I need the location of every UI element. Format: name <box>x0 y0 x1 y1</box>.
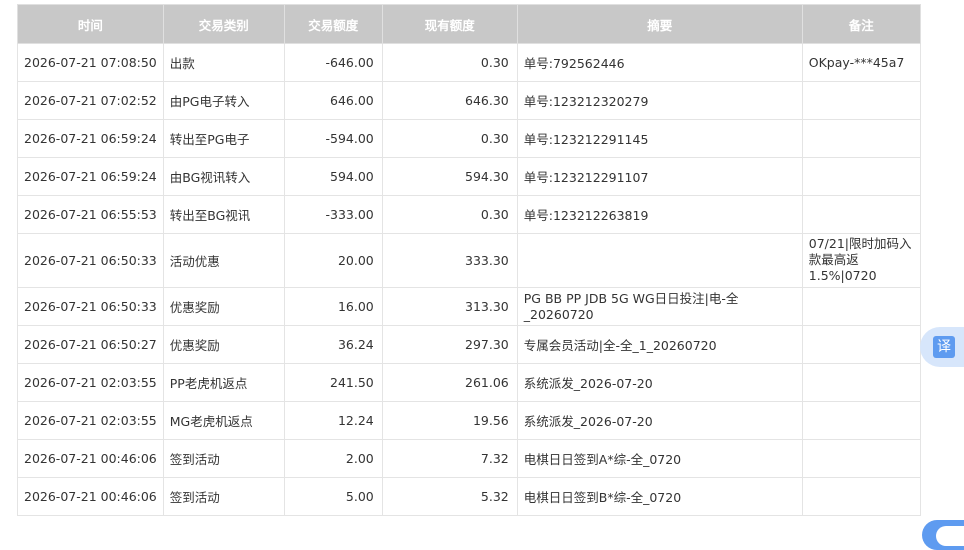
cell-note <box>801 401 921 440</box>
cell-summary: 单号:123212291145 <box>516 119 803 158</box>
table-row: 2026-07-21 06:50:33 优惠奖励 16.00 313.30 PG… <box>17 287 921 326</box>
cell-summary <box>516 233 803 288</box>
table-row: 2026-07-21 06:59:24 由BG视讯转入 594.00 594.3… <box>17 157 921 196</box>
cell-note <box>801 81 921 120</box>
cell-balance: 646.30 <box>381 81 518 120</box>
cell-time: 2026-07-21 06:50:33 <box>17 287 164 326</box>
cell-time: 2026-07-21 06:59:24 <box>17 119 164 158</box>
cell-type: 由PG电子转入 <box>162 81 285 120</box>
cell-type: MG老虎机返点 <box>162 401 285 440</box>
cell-balance: 313.30 <box>381 287 518 326</box>
cell-balance: 7.32 <box>381 439 518 478</box>
header-amount: 交易额度 <box>283 4 383 44</box>
cell-balance: 5.32 <box>381 477 518 516</box>
header-note: 备注 <box>801 4 921 44</box>
cell-summary: 系统派发_2026-07-20 <box>516 401 803 440</box>
cell-balance: 0.30 <box>381 195 518 234</box>
chat-bubble-icon[interactable] <box>922 520 964 550</box>
cell-note <box>801 287 921 326</box>
transaction-table: 时间 交易类别 交易额度 现有额度 摘要 备注 2026-07-21 07:08… <box>17 4 921 516</box>
table-row: 2026-07-21 02:03:55 MG老虎机返点 12.24 19.56 … <box>17 401 921 440</box>
cell-summary: 系统派发_2026-07-20 <box>516 363 803 402</box>
cell-summary: 单号:123212263819 <box>516 195 803 234</box>
header-summary: 摘要 <box>516 4 803 44</box>
header-time: 时间 <box>17 4 164 44</box>
cell-balance: 594.30 <box>381 157 518 196</box>
table-row: 2026-07-21 00:46:06 签到活动 5.00 5.32 电棋日日签… <box>17 477 921 516</box>
cell-type: PP老虎机返点 <box>162 363 285 402</box>
cell-time: 2026-07-21 06:59:24 <box>17 157 164 196</box>
cell-summary: 单号:792562446 <box>516 43 803 82</box>
cell-time: 2026-07-21 00:46:06 <box>17 439 164 478</box>
cell-note <box>801 439 921 478</box>
translate-button[interactable]: 译 <box>920 327 964 367</box>
cell-type: 出款 <box>162 43 285 82</box>
table-row: 2026-07-21 06:55:53 转出至BG视讯 -333.00 0.30… <box>17 195 921 234</box>
cell-type: 转出至PG电子 <box>162 119 285 158</box>
cell-summary: 电棋日日签到A*综-全_0720 <box>516 439 803 478</box>
cell-amount: 12.24 <box>283 401 383 440</box>
cell-amount: 16.00 <box>283 287 383 326</box>
chat-bubble-inner <box>936 526 964 546</box>
cell-note: 07/21|限时加码入款最高返1.5%|0720 <box>801 233 921 288</box>
cell-amount: 36.24 <box>283 325 383 364</box>
table-header-row: 时间 交易类别 交易额度 现有额度 摘要 备注 <box>17 4 921 44</box>
cell-note <box>801 157 921 196</box>
cell-balance: 0.30 <box>381 43 518 82</box>
cell-note <box>801 195 921 234</box>
header-type: 交易类别 <box>162 4 285 44</box>
cell-type: 由BG视讯转入 <box>162 157 285 196</box>
cell-type: 签到活动 <box>162 439 285 478</box>
cell-time: 2026-07-21 02:03:55 <box>17 363 164 402</box>
cell-amount: 20.00 <box>283 233 383 288</box>
cell-type: 活动优惠 <box>162 233 285 288</box>
cell-note <box>801 363 921 402</box>
table-row: 2026-07-21 00:46:06 签到活动 2.00 7.32 电棋日日签… <box>17 439 921 478</box>
table-row: 2026-07-21 06:59:24 转出至PG电子 -594.00 0.30… <box>17 119 921 158</box>
cell-balance: 333.30 <box>381 233 518 288</box>
cell-note <box>801 325 921 364</box>
cell-amount: 2.00 <box>283 439 383 478</box>
cell-balance: 261.06 <box>381 363 518 402</box>
cell-amount: 5.00 <box>283 477 383 516</box>
cell-time: 2026-07-21 06:55:53 <box>17 195 164 234</box>
translate-icon: 译 <box>933 336 955 358</box>
cell-time: 2026-07-21 00:46:06 <box>17 477 164 516</box>
cell-balance: 297.30 <box>381 325 518 364</box>
cell-type: 转出至BG视讯 <box>162 195 285 234</box>
cell-amount: -333.00 <box>283 195 383 234</box>
table-row: 2026-07-21 06:50:27 优惠奖励 36.24 297.30 专属… <box>17 325 921 364</box>
table-row: 2026-07-21 06:50:33 活动优惠 20.00 333.30 07… <box>17 233 921 288</box>
cell-note <box>801 119 921 158</box>
cell-note <box>801 477 921 516</box>
cell-amount: -594.00 <box>283 119 383 158</box>
cell-time: 2026-07-21 06:50:27 <box>17 325 164 364</box>
cell-note: OKpay-***45a7 <box>801 43 921 82</box>
cell-amount: 594.00 <box>283 157 383 196</box>
header-balance: 现有额度 <box>381 4 518 44</box>
table-row: 2026-07-21 02:03:55 PP老虎机返点 241.50 261.0… <box>17 363 921 402</box>
cell-amount: 646.00 <box>283 81 383 120</box>
cell-summary: 电棋日日签到B*综-全_0720 <box>516 477 803 516</box>
cell-amount: -646.00 <box>283 43 383 82</box>
cell-amount: 241.50 <box>283 363 383 402</box>
table-row: 2026-07-21 07:02:52 由PG电子转入 646.00 646.3… <box>17 81 921 120</box>
cell-summary: PG BB PP JDB 5G WG日日投注|电-全_20260720 <box>516 287 803 326</box>
cell-type: 签到活动 <box>162 477 285 516</box>
cell-balance: 19.56 <box>381 401 518 440</box>
cell-summary: 单号:123212291107 <box>516 157 803 196</box>
cell-summary: 单号:123212320279 <box>516 81 803 120</box>
cell-balance: 0.30 <box>381 119 518 158</box>
cell-time: 2026-07-21 06:50:33 <box>17 233 164 288</box>
cell-type: 优惠奖励 <box>162 325 285 364</box>
cell-time: 2026-07-21 07:08:50 <box>17 43 164 82</box>
cell-type: 优惠奖励 <box>162 287 285 326</box>
cell-time: 2026-07-21 02:03:55 <box>17 401 164 440</box>
cell-time: 2026-07-21 07:02:52 <box>17 81 164 120</box>
cell-summary: 专属会员活动|全-全_1_20260720 <box>516 325 803 364</box>
table-row: 2026-07-21 07:08:50 出款 -646.00 0.30 单号:7… <box>17 43 921 82</box>
